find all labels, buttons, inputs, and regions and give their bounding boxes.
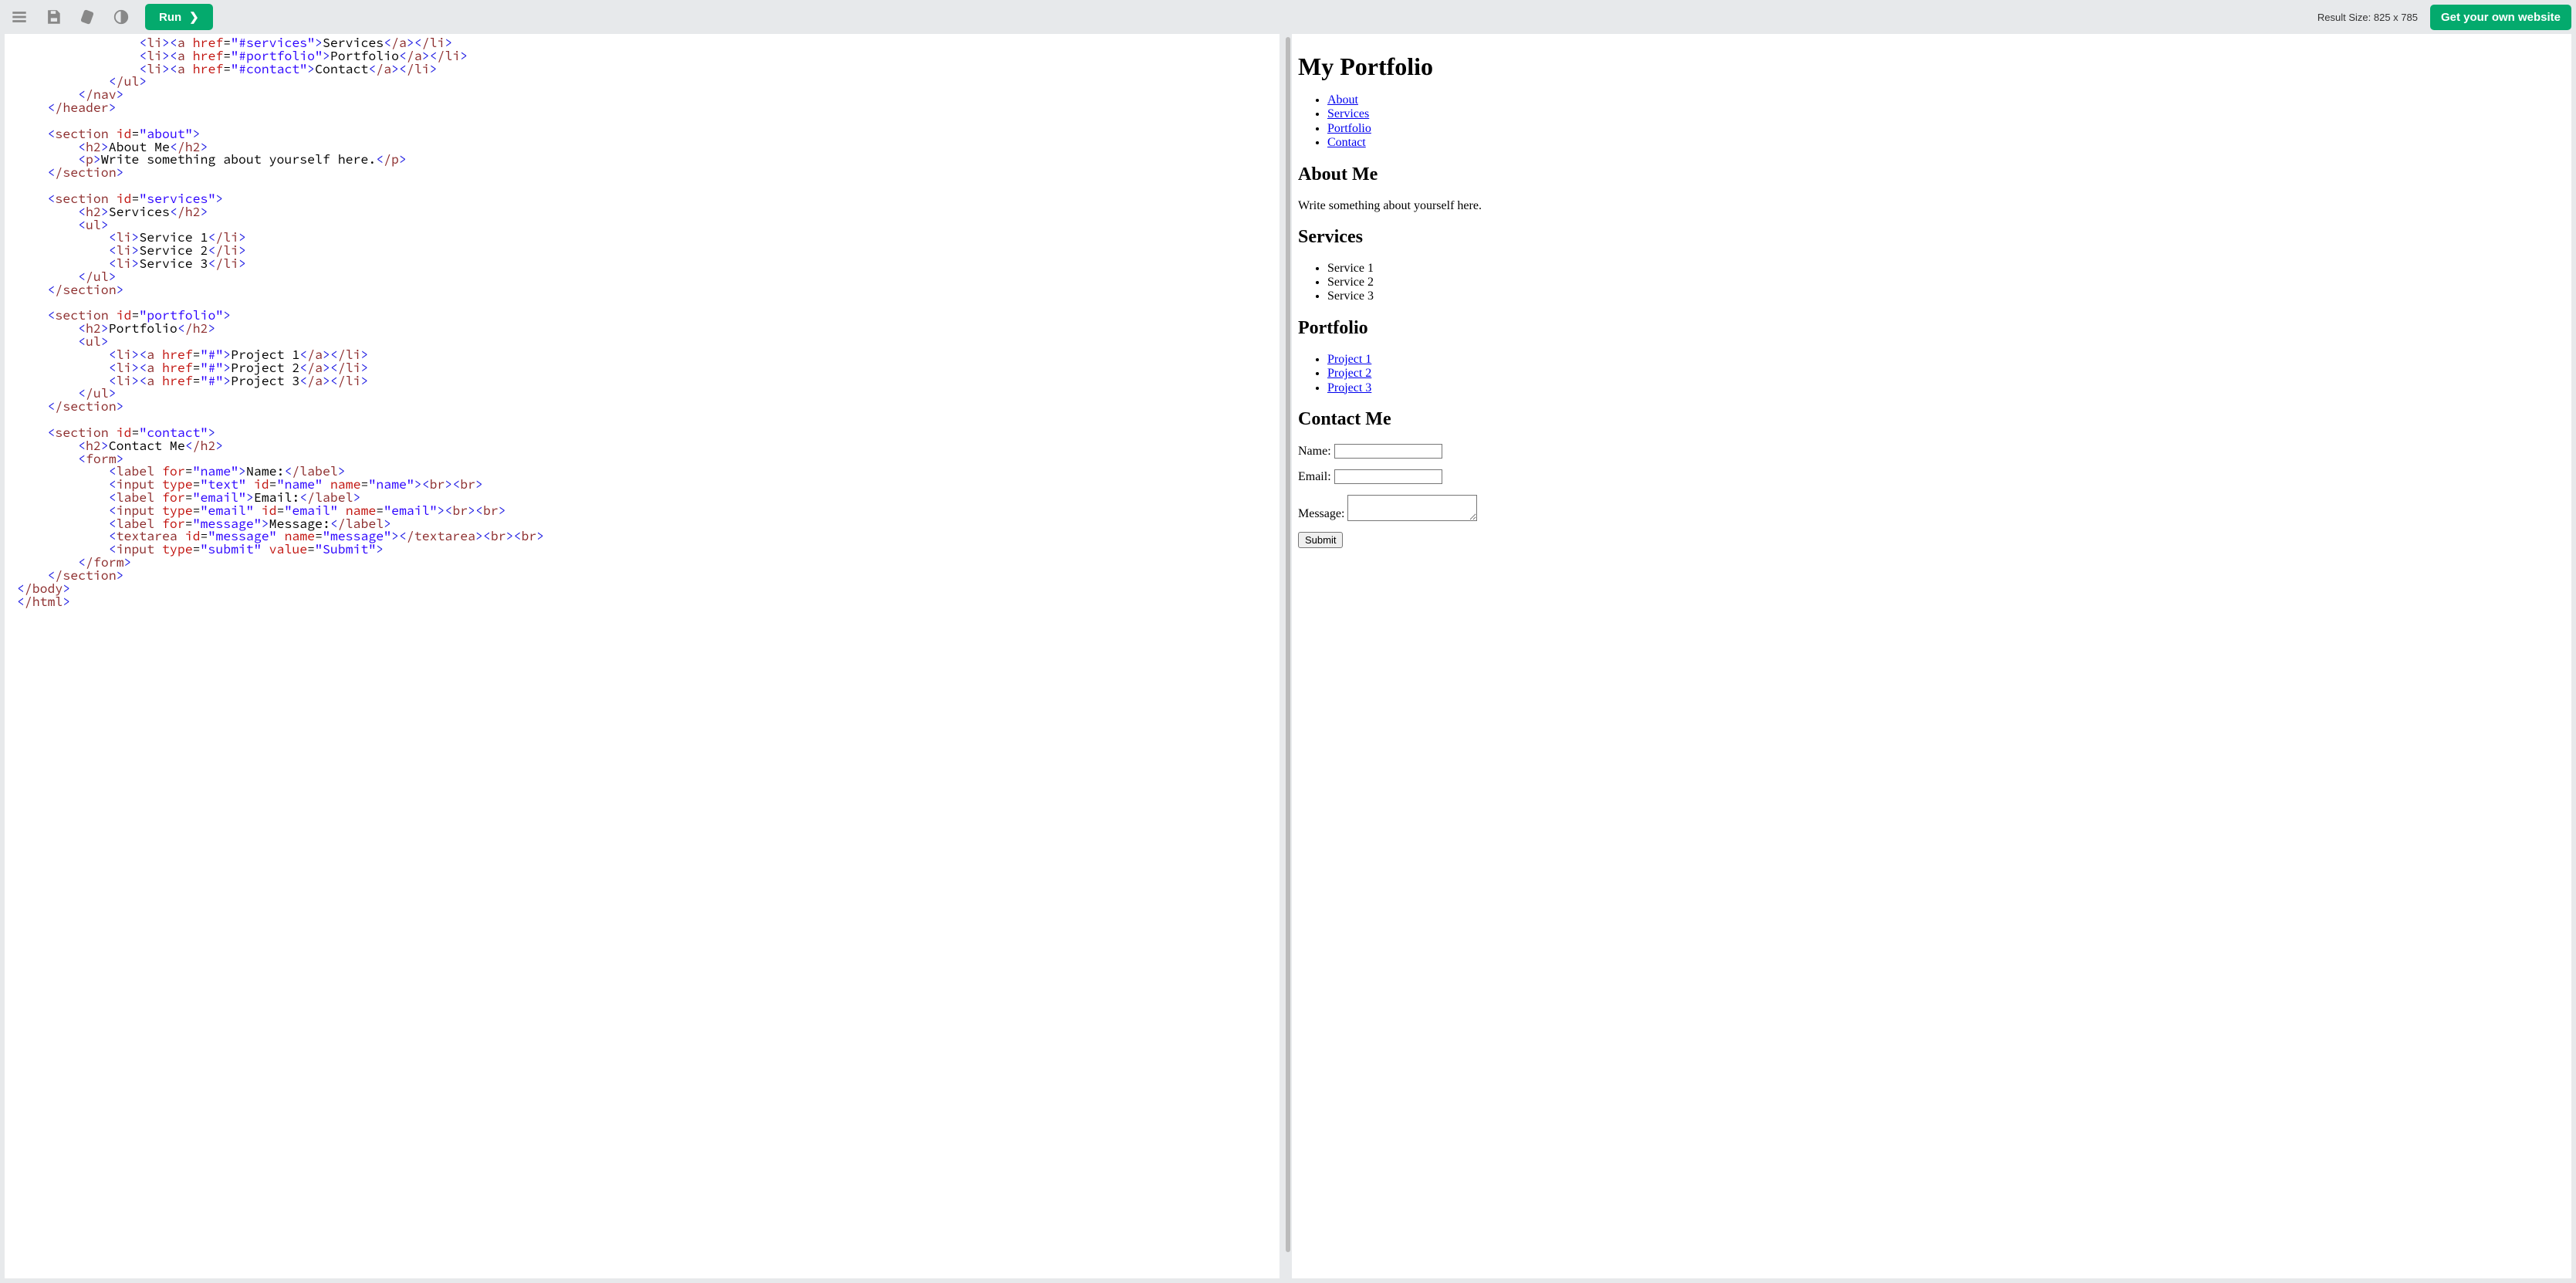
split-divider[interactable] [1284, 34, 1292, 1283]
form-row-submit: Submit [1298, 532, 2565, 548]
code-pane: <li><a href="#services">Services</a></li… [0, 34, 1284, 1283]
preview-pane: My Portfolio About Services Portfolio Co… [1292, 34, 2576, 1283]
nav-list: About Services Portfolio Contact [1327, 93, 2565, 151]
list-item: Contact [1327, 136, 2565, 150]
message-label: Message: [1298, 507, 1344, 521]
menu-icon[interactable] [5, 4, 34, 30]
message-textarea[interactable] [1347, 495, 1477, 521]
list-item: Project 3 [1327, 381, 2565, 395]
toolbar: Run ❯ Result Size: 825 x 785 Get your ow… [0, 0, 2576, 34]
get-own-website-button[interactable]: Get your own website [2430, 5, 2571, 30]
services-list: Service 1 Service 2 Service 3 [1327, 262, 2565, 304]
list-item: Service 1 [1327, 262, 2565, 276]
email-input[interactable] [1334, 469, 1442, 484]
list-item: Service 3 [1327, 289, 2565, 303]
theme-icon[interactable] [106, 4, 136, 30]
project-link[interactable]: Project 2 [1327, 367, 1371, 380]
email-label: Email: [1298, 470, 1331, 484]
portfolio-heading: Portfolio [1298, 318, 2565, 339]
about-heading: About Me [1298, 164, 2565, 185]
list-item: About [1327, 93, 2565, 107]
chevron-right-icon: ❯ [189, 10, 199, 24]
form-row-name: Name: [1298, 444, 2565, 459]
submit-button[interactable]: Submit [1298, 532, 1343, 548]
code-editor[interactable]: <li><a href="#services">Services</a></li… [0, 34, 1284, 1283]
form-row-message: Message: [1298, 495, 2565, 521]
services-heading: Services [1298, 227, 2565, 248]
rotate-icon[interactable] [73, 4, 102, 30]
list-item: Service 2 [1327, 276, 2565, 289]
name-label: Name: [1298, 445, 1331, 459]
code-content[interactable]: <li><a href="#services">Services</a></li… [9, 37, 1276, 608]
project-link[interactable]: Project 3 [1327, 381, 1371, 394]
main-split: <li><a href="#services">Services</a></li… [0, 34, 2576, 1283]
result-size-label: Result Size: 825 x 785 [2317, 12, 2418, 23]
preview-document: My Portfolio About Services Portfolio Co… [1292, 34, 2576, 1283]
nav-link-contact[interactable]: Contact [1327, 136, 1366, 149]
list-item: Project 2 [1327, 367, 2565, 381]
run-label: Run [159, 11, 181, 24]
run-button[interactable]: Run ❯ [145, 4, 213, 30]
save-icon[interactable] [39, 4, 68, 30]
form-row-email: Email: [1298, 469, 2565, 484]
contact-heading: Contact Me [1298, 409, 2565, 430]
page-title: My Portfolio [1298, 52, 2565, 81]
name-input[interactable] [1334, 444, 1442, 459]
drag-handle-icon[interactable] [1286, 37, 1290, 1252]
about-text: Write something about yourself here. [1298, 199, 2565, 213]
project-link[interactable]: Project 1 [1327, 353, 1371, 366]
list-item: Portfolio [1327, 122, 2565, 136]
list-item: Services [1327, 107, 2565, 121]
portfolio-list: Project 1 Project 2 Project 3 [1327, 353, 2565, 395]
nav-link-about[interactable]: About [1327, 93, 1358, 107]
nav-link-portfolio[interactable]: Portfolio [1327, 122, 1371, 135]
nav-link-services[interactable]: Services [1327, 107, 1369, 120]
list-item: Project 1 [1327, 353, 2565, 367]
